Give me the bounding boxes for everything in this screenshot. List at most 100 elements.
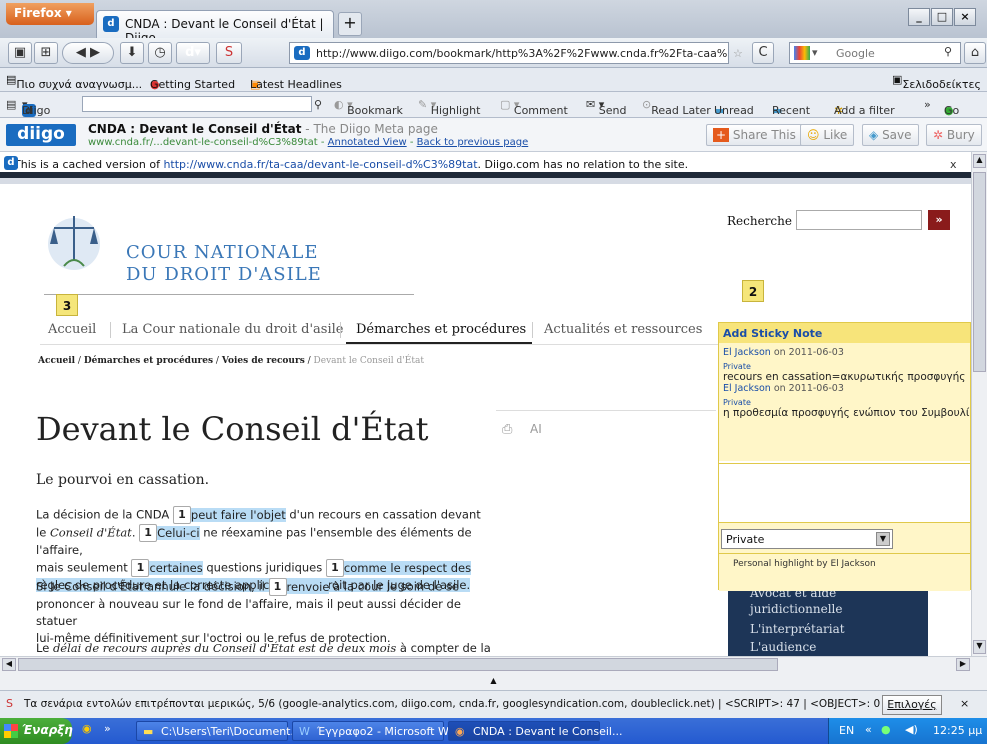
highlight[interactable]: Celui-ci [157, 525, 200, 540]
diigo-add-icon[interactable]: ⊞ [34, 42, 58, 64]
diigo-logo[interactable]: diigo [6, 124, 76, 146]
network-icon[interactable]: ● [881, 723, 891, 736]
comment-button[interactable]: ▢ Comment ▾ [500, 98, 568, 117]
taskbar-item-firefox[interactable]: ◉ CNDA : Devant le Conseil... [448, 721, 622, 741]
privacy-select[interactable]: Private ▼ [721, 529, 893, 549]
nav-la-cour[interactable]: La Cour nationale du droit d'asile [122, 322, 343, 337]
taskbar-item-explorer[interactable]: ▬ C:\Users\Teri\Document... [136, 721, 301, 741]
stumble-icon[interactable]: S [216, 42, 242, 64]
annotation-count[interactable]: 1 [172, 506, 191, 524]
note-author[interactable]: El Jackson [723, 383, 771, 394]
scroll-left-icon[interactable]: ◀ [2, 658, 16, 671]
annotation-count[interactable]: 1 [268, 578, 287, 596]
like-button[interactable]: ☺ Like [800, 124, 855, 146]
home-icon[interactable]: ⌂ [964, 42, 986, 64]
smiley-icon: ☺ [807, 128, 820, 142]
print-icon[interactable]: ⎙ [502, 422, 512, 437]
share-this-button[interactable]: + Share This [706, 124, 803, 146]
notice-close-button[interactable]: x [950, 158, 957, 171]
nav-actualites[interactable]: Actualités et ressources [544, 322, 702, 337]
sticky-note-panel: Add Sticky Note El Jackson on 2011-06-03… [718, 322, 971, 591]
chevron-down-icon[interactable]: ▼ [876, 532, 890, 546]
highlight[interactable]: certaines [149, 560, 203, 575]
taskbar-item-word[interactable]: W Έγγραφο2 - Microsoft W... [292, 721, 458, 741]
scroll-thumb[interactable] [973, 172, 986, 372]
h-scroll-thumb[interactable] [18, 658, 778, 671]
site-search-input[interactable] [796, 210, 922, 230]
close-window-button[interactable]: × [954, 8, 976, 26]
bookmark-most-visited[interactable]: ▤ Πιο συχνά αναγνωσμ... [6, 73, 142, 91]
search-input[interactable]: ▾ Google ⚲ [789, 42, 961, 64]
clock[interactable]: 12:25 μμ [933, 724, 982, 737]
scroll-down-icon[interactable]: ▼ [973, 640, 986, 654]
breadcrumb-demarches[interactable]: Démarches et procédures [84, 356, 213, 366]
back-to-previous-link[interactable]: Back to previous page [417, 137, 529, 148]
scroll-up-icon[interactable]: ▲ [973, 154, 986, 168]
side-link[interactable]: L'audience [750, 640, 816, 654]
status-close-icon[interactable]: × [960, 697, 969, 710]
breadcrumb-voies[interactable]: Voies de recours [222, 356, 305, 366]
horizontal-scrollbar[interactable]: ◀ ▶ [0, 656, 987, 672]
bookmarks-menu[interactable]: ▣ Σελιδοδείκτες [892, 73, 981, 91]
sticky-note-header[interactable]: Add Sticky Note [719, 323, 970, 343]
reload-icon[interactable]: C [752, 42, 774, 64]
side-link[interactable]: L'interprétariat [750, 622, 845, 636]
overflow-chevron[interactable]: » [924, 98, 931, 111]
maximize-button[interactable]: □ [931, 8, 953, 26]
star-icon[interactable]: ☆ [733, 47, 743, 60]
tray-expand-icon[interactable]: « [865, 723, 872, 736]
language-indicator[interactable]: EN [839, 724, 854, 737]
save-button[interactable]: ◈ Save [862, 124, 919, 146]
site-search-button[interactable]: » [928, 210, 950, 230]
find-bar-toggle[interactable]: ▲ [0, 672, 987, 690]
send-button[interactable]: ✉ Send ▾ [586, 98, 626, 117]
history-icon[interactable]: ◷ [148, 42, 172, 64]
vertical-scrollbar[interactable]: ▲ ▼ [971, 152, 987, 656]
download-icon[interactable]: ⬇ [120, 42, 144, 64]
diigo-menu[interactable]: d Diigo▾ [22, 98, 50, 117]
font-size-control[interactable]: AI [530, 422, 542, 436]
start-button[interactable]: Έναρξη [0, 718, 73, 744]
annotation-count[interactable]: 1 [131, 559, 150, 577]
quicklaunch-firefox-icon[interactable]: ◉ [82, 722, 92, 735]
highlight[interactable]: renvoie [286, 579, 330, 594]
scroll-right-icon[interactable]: ▶ [956, 658, 970, 671]
options-button[interactable]: Επιλογές [882, 695, 942, 715]
breadcrumb-accueil[interactable]: Accueil [38, 356, 75, 366]
annotation-count[interactable]: 1 [139, 524, 158, 542]
url-bar[interactable]: d http://www.diigo.com/bookmark/http%3A%… [289, 42, 729, 64]
nav-accueil[interactable]: Accueil [48, 322, 96, 337]
side-link[interactable]: juridictionnelle [750, 602, 842, 616]
annotation-count[interactable]: 1 [325, 559, 344, 577]
back-forward-button[interactable]: ◀ ▶ [62, 42, 114, 64]
search-engine-chevron[interactable]: ▾ [812, 46, 818, 59]
read-later-button[interactable]: ⊙ Read Later [642, 98, 711, 117]
highlight[interactable]: peut faire l'objet [190, 507, 286, 522]
breadcrumb: Accueil / Démarches et procédures / Voie… [38, 356, 424, 366]
bookmark-button[interactable]: ◐ Bookmark ▾ [334, 98, 403, 117]
diigo-bookmark-icon[interactable]: ▣ [8, 42, 32, 64]
separator: - [320, 137, 325, 148]
minimize-button[interactable]: _ [908, 8, 930, 26]
original-url-link[interactable]: http://www.cnda.fr/ta-caa/devant-le-cons… [163, 158, 477, 171]
noscript-icon[interactable]: S [6, 697, 13, 710]
diigo-toolbar-menu-icon[interactable]: ▤ [6, 98, 16, 111]
note-author[interactable]: El Jackson [723, 347, 771, 358]
annotated-view-link[interactable]: Annotated View [328, 137, 407, 148]
highlight[interactable]: comme le respect des [343, 560, 472, 575]
tab-active[interactable]: d CNDA : Devant le Conseil d'État | Diig… [96, 10, 334, 45]
nav-demarches[interactable]: Démarches et procédures [356, 322, 526, 337]
search-icon[interactable]: ⚲ [944, 45, 952, 58]
new-tab-button[interactable]: + [338, 12, 362, 36]
quicklaunch-expand-icon[interactable]: » [104, 722, 111, 735]
diigo-menu-icon[interactable]: d▾ [176, 42, 210, 64]
note-textarea[interactable] [719, 463, 970, 523]
volume-icon[interactable]: ◀) [905, 723, 918, 736]
diigo-search-icon[interactable]: ⚲ [314, 98, 322, 111]
sticky-note-icon[interactable]: 3 [56, 294, 78, 316]
highlight-button[interactable]: ✎ Highlight ▾ [418, 98, 480, 117]
bury-button[interactable]: ✲ Bury [926, 124, 982, 146]
firefox-menu-button[interactable]: Firefox ▾ [6, 3, 94, 25]
sticky-note-icon[interactable]: 2 [742, 280, 764, 302]
diigo-search-input[interactable] [82, 96, 312, 112]
